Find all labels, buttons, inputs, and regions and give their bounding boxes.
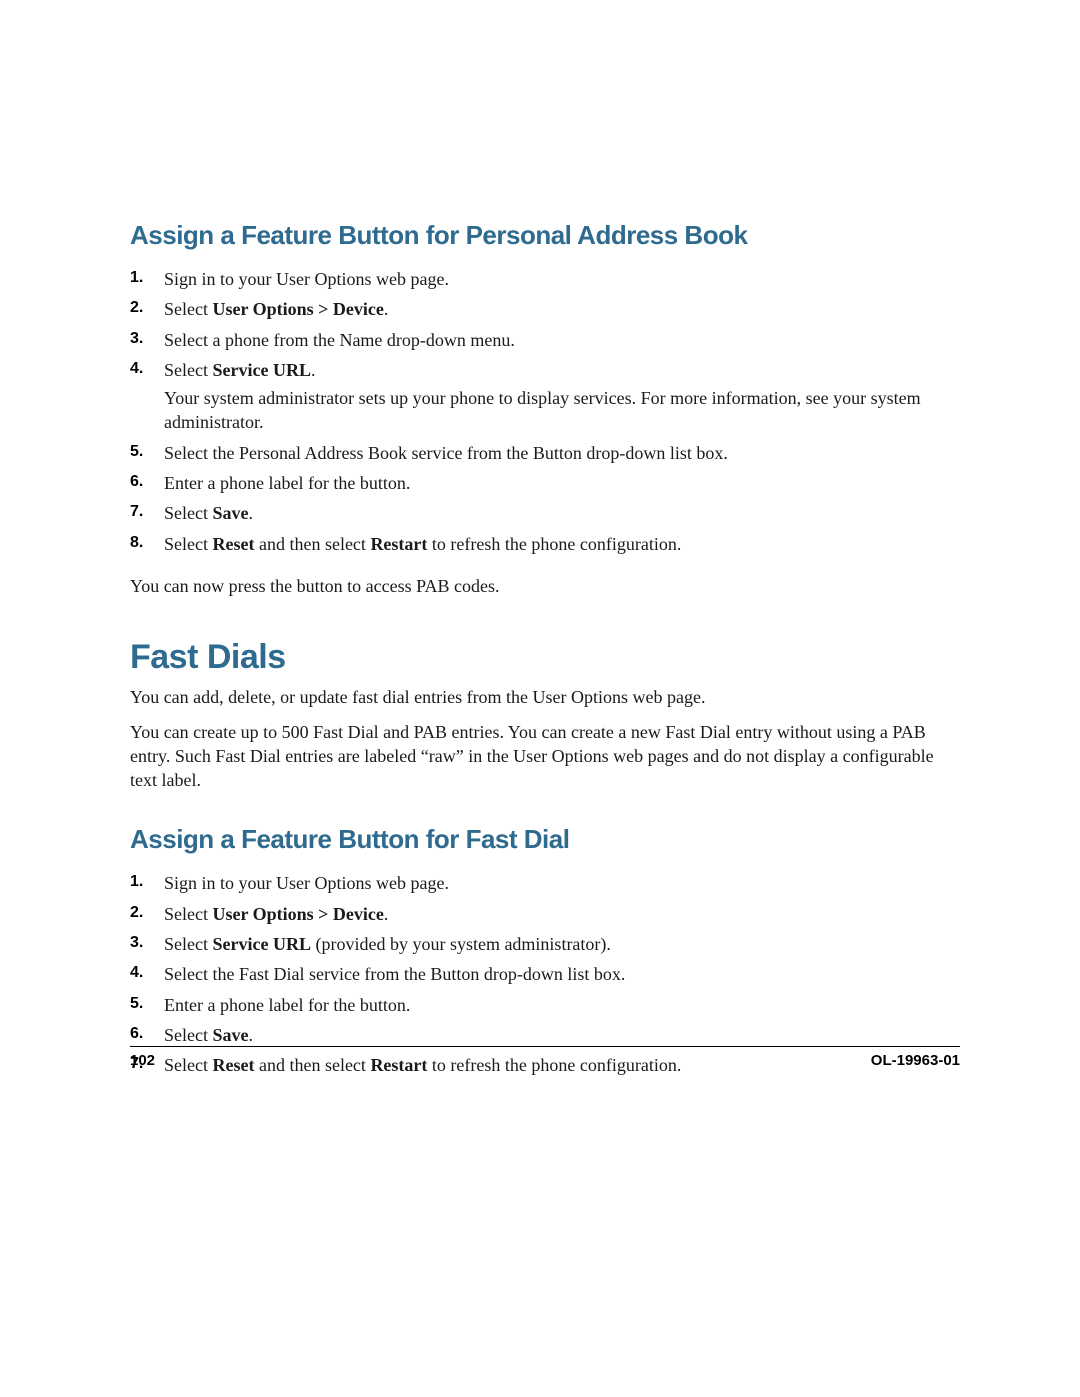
step-bold: User Options > Device [212,904,383,924]
list-item: Enter a phone label for the button. [130,471,960,501]
list-item: Sign in to your User Options web page. [130,267,960,297]
step-text: . [248,1025,253,1045]
heading-fast-dials: Fast Dials [130,638,960,677]
list-item: Sign in to your User Options web page. [130,871,960,901]
step-text: Select the Fast Dial service from the Bu… [164,964,625,984]
doc-id: OL-19963-01 [871,1052,960,1069]
step-text: . [311,360,316,380]
page-number: 102 [130,1052,155,1069]
step-bold: User Options > Device [212,299,383,319]
step-text: to refresh the phone configuration. [427,534,681,554]
list-item: Select User Options > Device. [130,297,960,327]
step-text: Select [164,934,212,954]
pab-after-text: You can now press the button to access P… [130,574,960,598]
step-bold: Service URL [212,360,310,380]
step-text: Select a phone from the Name drop-down m… [164,330,515,350]
step-bold: Service URL [212,934,310,954]
step-text: Select the Personal Address Book service… [164,443,728,463]
step-note: Your system administrator sets up your p… [164,386,960,435]
step-text: Enter a phone label for the button. [164,995,410,1015]
step-text: Sign in to your User Options web page. [164,873,449,893]
list-item: Select a phone from the Name drop-down m… [130,328,960,358]
list-item: Select Service URL (provided by your sys… [130,932,960,962]
step-text: Select [164,299,212,319]
step-text: Select [164,1025,212,1045]
step-text: Sign in to your User Options web page. [164,269,449,289]
step-text: and then select [254,534,370,554]
step-text: (provided by your system administrator). [311,934,611,954]
step-bold: Save [212,1025,248,1045]
step-text: . [248,503,253,523]
step-text: . [384,299,389,319]
step-text: Select [164,360,212,380]
list-item: Select Reset and then select Restart to … [130,532,960,562]
step-text: Enter a phone label for the button. [164,473,410,493]
step-text: Select [164,503,212,523]
step-bold: Restart [370,534,427,554]
step-text: Select [164,904,212,924]
list-item: Select User Options > Device. [130,902,960,932]
step-bold: Reset [212,534,254,554]
document-page: Assign a Feature Button for Personal Add… [0,0,1080,1397]
list-item: Enter a phone label for the button. [130,993,960,1023]
step-bold: Save [212,503,248,523]
step-text: . [384,904,389,924]
list-item: Select Save. [130,501,960,531]
page-footer: 102 OL-19963-01 [130,1046,960,1069]
pab-steps: Sign in to your User Options web page. S… [130,267,960,562]
heading-fastdial-sub: Assign a Feature Button for Fast Dial [130,824,960,855]
list-item: Select the Personal Address Book service… [130,441,960,471]
list-item: Select Service URL. Your system administ… [130,358,960,441]
list-item: Select the Fast Dial service from the Bu… [130,962,960,992]
fastdials-para1: You can add, delete, or update fast dial… [130,685,960,709]
step-text: Select [164,534,212,554]
fastdials-para2: You can create up to 500 Fast Dial and P… [130,720,960,793]
heading-pab: Assign a Feature Button for Personal Add… [130,220,960,251]
